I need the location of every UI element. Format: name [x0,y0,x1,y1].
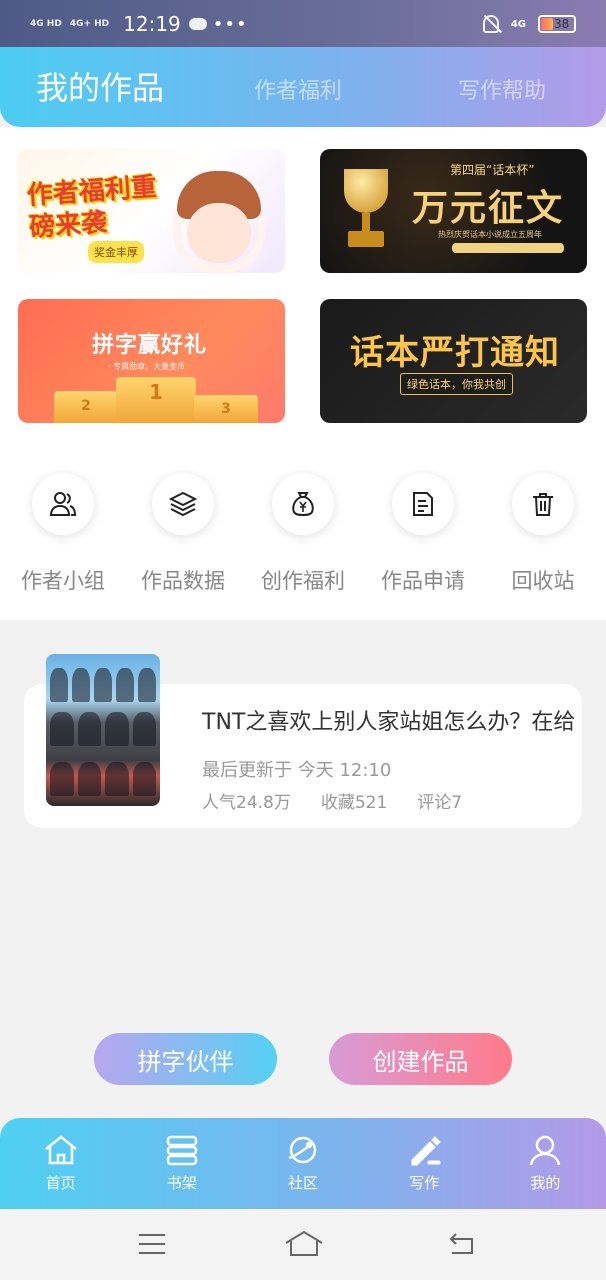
work-last-updated: 最后更新于 今天 12:10 [202,760,392,781]
banner-slogan: 绿色话本，你我共创 [400,373,513,395]
word-partner-button[interactable]: 拼字伙伴 [94,1033,277,1085]
banner-word-count-prize[interactable]: 拼字赢好礼 · 专属勋章，大量金币 · 2 1 3 [18,299,285,423]
banner-caption: 热烈庆贺话本小说成立五周年 [438,230,542,239]
pen-icon [411,1136,441,1166]
banner-title: 拼字赢好礼 [92,333,208,358]
money-bag-icon [272,473,334,535]
shortcut-work-application[interactable]: 作品申请 [363,473,483,595]
banner-title: 万元征文 [412,188,565,229]
nav-label: 书架 [166,1174,197,1192]
system-nav-bar [0,1209,606,1280]
menu-icon[interactable] [136,1229,168,1259]
signal-2: 4G+ HD [69,18,110,29]
signal-1: 4G HD [30,18,62,29]
banner-subtitle: 第四届“话本杯” [450,163,535,177]
shortcut-work-data[interactable]: 作品数据 [123,473,243,595]
nav-write[interactable]: 写作 [364,1118,485,1209]
top-tabs: 我的作品 作者福利 写作帮助 [0,47,606,127]
banner-grid: 作者福利重磅来袭 奖金丰厚 第四届“话本杯” 万元征文 热烈庆贺话本小说成立五周… [0,127,606,424]
network-label: 4G [510,18,526,30]
planet-icon [288,1136,317,1164]
nav-me[interactable]: 我的 [485,1118,606,1209]
banner-essay-contest[interactable]: 第四届“话本杯” 万元征文 热烈庆贺话本小说成立五周年 [320,149,587,273]
nav-label: 首页 [45,1174,76,1192]
anime-girl-illustration [173,165,265,273]
banner-crackdown-notice[interactable]: 话本严打通知 绿色话本，你我共创 [320,299,587,423]
shortcut-row: 作者小组 作品数据 创作福利 作品申请 回收站 [0,424,606,620]
battery-icon: 38 [538,15,576,33]
nav-label: 我的 [530,1174,561,1192]
home-button-icon[interactable] [283,1229,325,1259]
banner-chip: 奖金丰厚 [88,241,144,263]
podium-illustration: 2 1 3 [54,377,258,423]
work-comments: 评论7 [417,793,463,813]
user-icon [530,1135,561,1166]
work-title: TNT之喜欢上别人家站姐怎么办？在给 [202,710,576,735]
shortcut-label: 作品数据 [141,569,225,593]
battery-level: 38 [554,17,570,31]
cloud-icon [188,18,207,30]
nav-label: 社区 [288,1174,319,1192]
shortcut-label: 作者小组 [21,569,105,593]
bookshelf-icon [166,1135,198,1166]
tab-author-benefits[interactable]: 作者福利 [254,73,342,105]
tab-writing-help[interactable]: 写作帮助 [458,73,546,105]
work-favorites: 收藏521 [320,793,388,813]
shortcut-label: 回收站 [511,569,575,593]
banner-author-benefits[interactable]: 作者福利重磅来袭 奖金丰厚 [18,149,285,273]
nav-home[interactable]: 首页 [0,1118,121,1209]
users-icon [32,473,94,535]
clock: 12:19 [123,12,181,36]
layers-icon [152,473,214,535]
trophy-icon [334,169,398,253]
podium-first: 1 [116,377,196,423]
nav-label: 写作 [409,1174,440,1192]
shortcut-recycle-bin[interactable]: 回收站 [483,473,603,595]
document-icon [392,473,454,535]
banner-title: 作者福利重磅来袭 [26,172,158,244]
work-stats: 人气24.8万 收藏521 评论7 [202,788,462,813]
more-notifications-icon: ••• [212,13,248,35]
home-icon [44,1135,77,1165]
podium-second: 2 [54,391,118,423]
shortcut-label: 作品申请 [381,569,465,593]
trash-icon [512,473,574,535]
work-popularity: 人气24.8万 [202,793,291,813]
banner-title: 话本严打通知 [350,333,560,373]
banner-date-bar [452,243,564,253]
shortcut-author-group[interactable]: 作者小组 [3,473,123,595]
work-cover-image[interactable] [46,654,160,806]
nav-bookshelf[interactable]: 书架 [121,1118,242,1209]
bottom-nav: 首页 书架 社区 写作 我的 [0,1118,606,1209]
podium-third: 3 [194,395,258,423]
shortcut-creation-benefits[interactable]: 创作福利 [243,473,363,595]
tab-my-works[interactable]: 我的作品 [36,63,164,109]
mute-bell-icon [482,15,499,33]
banner-subtitle: · 专属勋章，大量金币 · [108,362,191,371]
back-icon[interactable] [444,1229,480,1259]
status-bar: 4G HD 4G+ HD 12:19 ••• 4G 38 [0,0,606,48]
nav-community[interactable]: 社区 [242,1118,363,1209]
create-work-button[interactable]: 创建作品 [329,1033,512,1085]
shortcut-label: 创作福利 [261,569,345,593]
